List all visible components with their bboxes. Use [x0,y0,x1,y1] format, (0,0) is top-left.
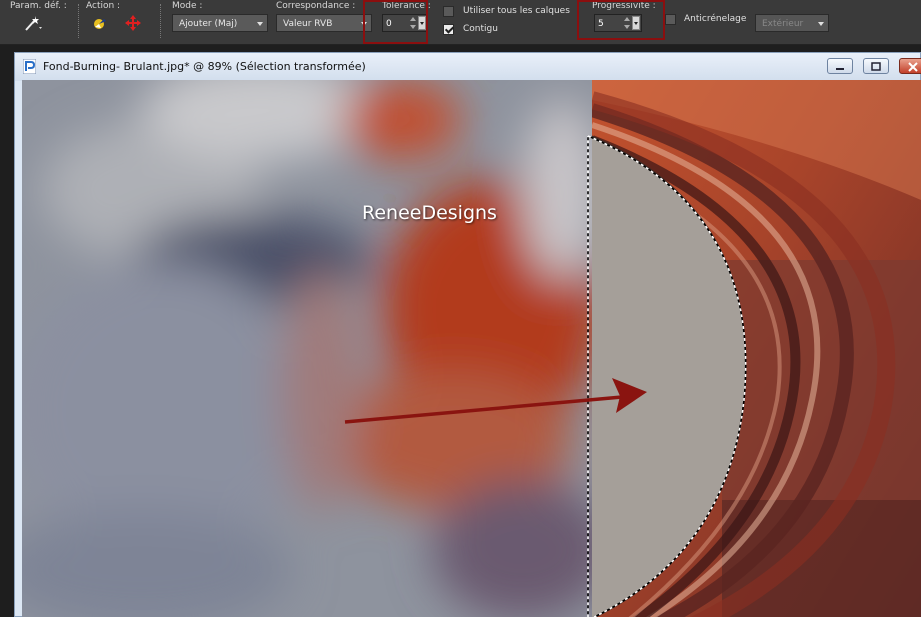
toolbar-separator [78,4,80,38]
feather-highlight-box [577,0,665,40]
match-mode-dropdown[interactable]: Valeur RVB [276,14,372,32]
close-icon [908,62,918,72]
contiguous-label: Contigu [463,24,498,34]
contiguous-checkbox[interactable] [443,24,454,35]
close-button[interactable] [899,58,921,74]
use-all-layers-checkbox[interactable] [443,6,454,17]
tolerance-highlight-box [363,0,428,44]
image-canvas[interactable]: ReneeDesigns [22,80,921,617]
window-titlebar[interactable]: Fond-Burning- Brulant.jpg* @ 89% (Sélect… [15,53,921,81]
selection-action-icon [94,19,106,29]
minimize-icon [836,68,844,70]
window-title: Fond-Burning- Brulant.jpg* @ 89% (Sélect… [43,60,366,73]
blurred-left-region [22,80,592,617]
magic-wand-icon [25,16,42,31]
mode-value: Ajouter (Maj) [179,19,238,29]
use-all-layers-label: Utiliser tous les calques [463,6,570,16]
maximize-icon [871,62,881,71]
maximize-button[interactable] [863,58,889,74]
preset-button[interactable] [22,14,46,34]
antialias-mode-value: Extérieur [762,19,804,29]
watermark-text: ReneeDesigns [362,202,497,224]
chevron-down-icon [257,22,263,26]
action-label: Action : [86,1,121,11]
antialias-label: Anticrénelage [684,14,747,24]
canvas-artwork [22,80,921,617]
match-mode-value: Valeur RVB [283,19,333,29]
antialias-checkbox[interactable] [665,14,676,25]
mode-label: Mode : [172,1,203,11]
preset-label: Param. déf. : [10,1,67,11]
tool-options-toolbar: Param. déf. : Action : Mode : Ajouter (M… [0,0,921,45]
action-select-button[interactable] [92,15,108,31]
antialias-mode-dropdown[interactable]: Extérieur [755,14,829,32]
match-label: Correspondance : [276,1,356,11]
minimize-button[interactable] [827,58,853,74]
chevron-down-icon [818,22,824,26]
right-artwork-region [592,80,921,617]
paintshop-document-icon [23,59,36,74]
move-arrows-icon [125,15,141,31]
toolbar-separator [160,4,162,38]
mode-dropdown[interactable]: Ajouter (Maj) [172,14,268,32]
action-move-button[interactable] [124,14,142,32]
